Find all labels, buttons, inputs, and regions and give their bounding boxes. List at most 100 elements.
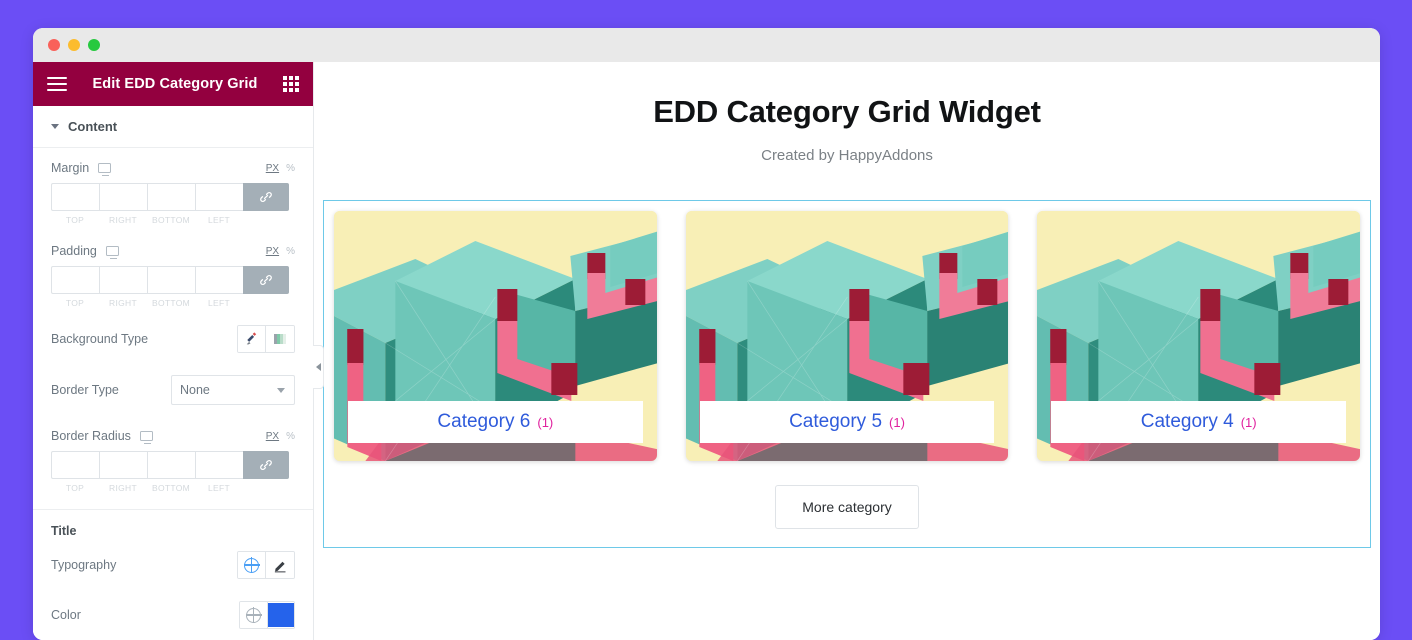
- background-gradient-button[interactable]: [266, 326, 294, 352]
- control-background-type: Background Type: [33, 314, 313, 364]
- border-radius-inputs: [51, 451, 295, 479]
- elementor-panel: Edit EDD Category Grid Content Margin PX…: [33, 62, 324, 640]
- close-window-button[interactable]: [48, 39, 60, 51]
- color-swatch: [268, 603, 294, 627]
- margin-bottom-input[interactable]: [147, 183, 195, 211]
- unit-switcher-border-radius: PX %: [266, 431, 295, 442]
- hamburger-icon[interactable]: [47, 77, 67, 91]
- control-border-radius: Border Radius PX % TOP RIGHT BOTTOM LEFT: [33, 416, 313, 499]
- margin-top-input[interactable]: [51, 183, 99, 211]
- padding-left-input[interactable]: [195, 266, 243, 294]
- padding-right-input[interactable]: [99, 266, 147, 294]
- padding-top-input[interactable]: [51, 266, 99, 294]
- padding-label-top: TOP: [65, 298, 85, 308]
- chevron-down-icon: [51, 124, 59, 129]
- preview-canvas: EDD Category Grid Widget Created by Happ…: [314, 62, 1380, 640]
- background-type-label: Background Type: [51, 332, 149, 346]
- panel-header: Edit EDD Category Grid: [33, 62, 313, 106]
- padding-sub-labels: TOP RIGHT BOTTOM LEFT: [51, 298, 295, 308]
- margin-label-left: LEFT: [208, 215, 230, 225]
- unit-px[interactable]: PX: [266, 163, 279, 174]
- padding-label-left: LEFT: [208, 298, 230, 308]
- unit-px[interactable]: PX: [266, 246, 279, 257]
- margin-left-input[interactable]: [195, 183, 243, 211]
- border-radius-left-input[interactable]: [195, 451, 243, 479]
- desktop-icon[interactable]: [105, 246, 119, 260]
- panel-title: Edit EDD Category Grid: [92, 76, 258, 92]
- color-global-button[interactable]: [240, 602, 268, 628]
- padding-inputs: [51, 266, 295, 294]
- border-type-select[interactable]: None: [171, 375, 295, 405]
- chevron-left-icon: [315, 363, 321, 371]
- border-radius-label-top: TOP: [65, 483, 85, 493]
- minimize-window-button[interactable]: [68, 39, 80, 51]
- category-card[interactable]: Category 6 (1): [334, 211, 657, 461]
- margin-sub-labels: TOP RIGHT BOTTOM LEFT: [51, 215, 295, 225]
- panel-collapse-handle[interactable]: [313, 345, 324, 389]
- globe-icon: [245, 607, 262, 623]
- border-radius-sub-labels: TOP RIGHT BOTTOM LEFT: [51, 483, 295, 493]
- typography-label: Typography: [51, 558, 117, 572]
- unit-percent[interactable]: %: [286, 163, 295, 174]
- control-typography: Typography: [33, 540, 313, 590]
- grid-icon[interactable]: [283, 76, 299, 92]
- app-body: Edit EDD Category Grid Content Margin PX…: [33, 62, 1380, 640]
- category-card[interactable]: Category 5 (1): [685, 211, 1009, 461]
- section-toggle-content[interactable]: Content: [33, 106, 313, 148]
- margin-label-bottom: BOTTOM: [151, 215, 190, 225]
- category-card[interactable]: Category 4 (1): [1037, 211, 1361, 461]
- category-title-bar[interactable]: Category 5 (1): [699, 401, 995, 443]
- panel-content: Content Margin PX % TOP RIGHT BOTTOM LEF…: [33, 106, 313, 640]
- padding-label-bottom: BOTTOM: [151, 298, 190, 308]
- more-category-wrap: More category: [334, 485, 1360, 529]
- border-type-label: Border Type: [51, 383, 119, 397]
- category-title-bar[interactable]: Category 6 (1): [348, 401, 643, 443]
- border-radius-label-bottom: BOTTOM: [151, 483, 190, 493]
- background-classic-button[interactable]: [238, 326, 266, 352]
- border-radius-right-input[interactable]: [99, 451, 147, 479]
- more-category-button[interactable]: More category: [775, 485, 919, 529]
- control-padding-header: Padding PX %: [51, 244, 295, 260]
- border-radius-label-right: RIGHT: [109, 483, 137, 493]
- category-name: Category 4: [1140, 411, 1234, 432]
- color-swatch-button[interactable]: [268, 602, 294, 628]
- control-margin-label: Margin: [51, 161, 90, 175]
- control-padding: Padding PX % TOP RIGHT BOTTOM LEFT: [33, 231, 313, 314]
- title-section-heading: Title: [51, 524, 77, 538]
- globe-icon: [243, 557, 260, 573]
- border-type-select-wrap: None: [171, 375, 295, 405]
- category-name: Category 6: [437, 411, 531, 432]
- margin-inputs: [51, 183, 295, 211]
- margin-label-right: RIGHT: [109, 215, 137, 225]
- category-name: Category 5: [789, 411, 883, 432]
- padding-label-right: RIGHT: [109, 298, 137, 308]
- color-buttons: [239, 601, 295, 629]
- link-icon[interactable]: [243, 183, 289, 211]
- typography-global-button[interactable]: [238, 552, 266, 578]
- unit-percent[interactable]: %: [286, 431, 295, 442]
- typography-edit-button[interactable]: [266, 552, 294, 578]
- desktop-icon[interactable]: [98, 163, 112, 177]
- category-title-bar[interactable]: Category 4 (1): [1051, 401, 1347, 443]
- border-radius-label-left: LEFT: [208, 483, 230, 493]
- maximize-window-button[interactable]: [88, 39, 100, 51]
- unit-px[interactable]: PX: [266, 431, 279, 442]
- desktop-icon[interactable]: [139, 431, 153, 445]
- unit-percent[interactable]: %: [286, 246, 295, 257]
- margin-right-input[interactable]: [99, 183, 147, 211]
- border-radius-top-input[interactable]: [51, 451, 99, 479]
- control-border-type: Border Type None: [33, 364, 313, 416]
- border-radius-bottom-input[interactable]: [147, 451, 195, 479]
- page-title: EDD Category Grid Widget: [653, 94, 1041, 129]
- border-radius-label: Border Radius: [51, 429, 131, 443]
- padding-bottom-input[interactable]: [147, 266, 195, 294]
- link-icon[interactable]: [243, 266, 289, 294]
- page-subtitle: Created by HappyAddons: [761, 147, 933, 164]
- unit-switcher-margin: PX %: [266, 163, 295, 174]
- control-margin: Margin PX % TOP RIGHT BOTTOM LEFT: [33, 148, 313, 231]
- category-grid-section[interactable]: Category 6 (1) Category 5 (1) Category 4…: [323, 200, 1371, 548]
- control-margin-header: Margin PX %: [51, 161, 295, 177]
- browser-window: Edit EDD Category Grid Content Margin PX…: [33, 28, 1380, 640]
- link-icon[interactable]: [243, 451, 289, 479]
- control-border-radius-header: Border Radius PX %: [51, 429, 295, 445]
